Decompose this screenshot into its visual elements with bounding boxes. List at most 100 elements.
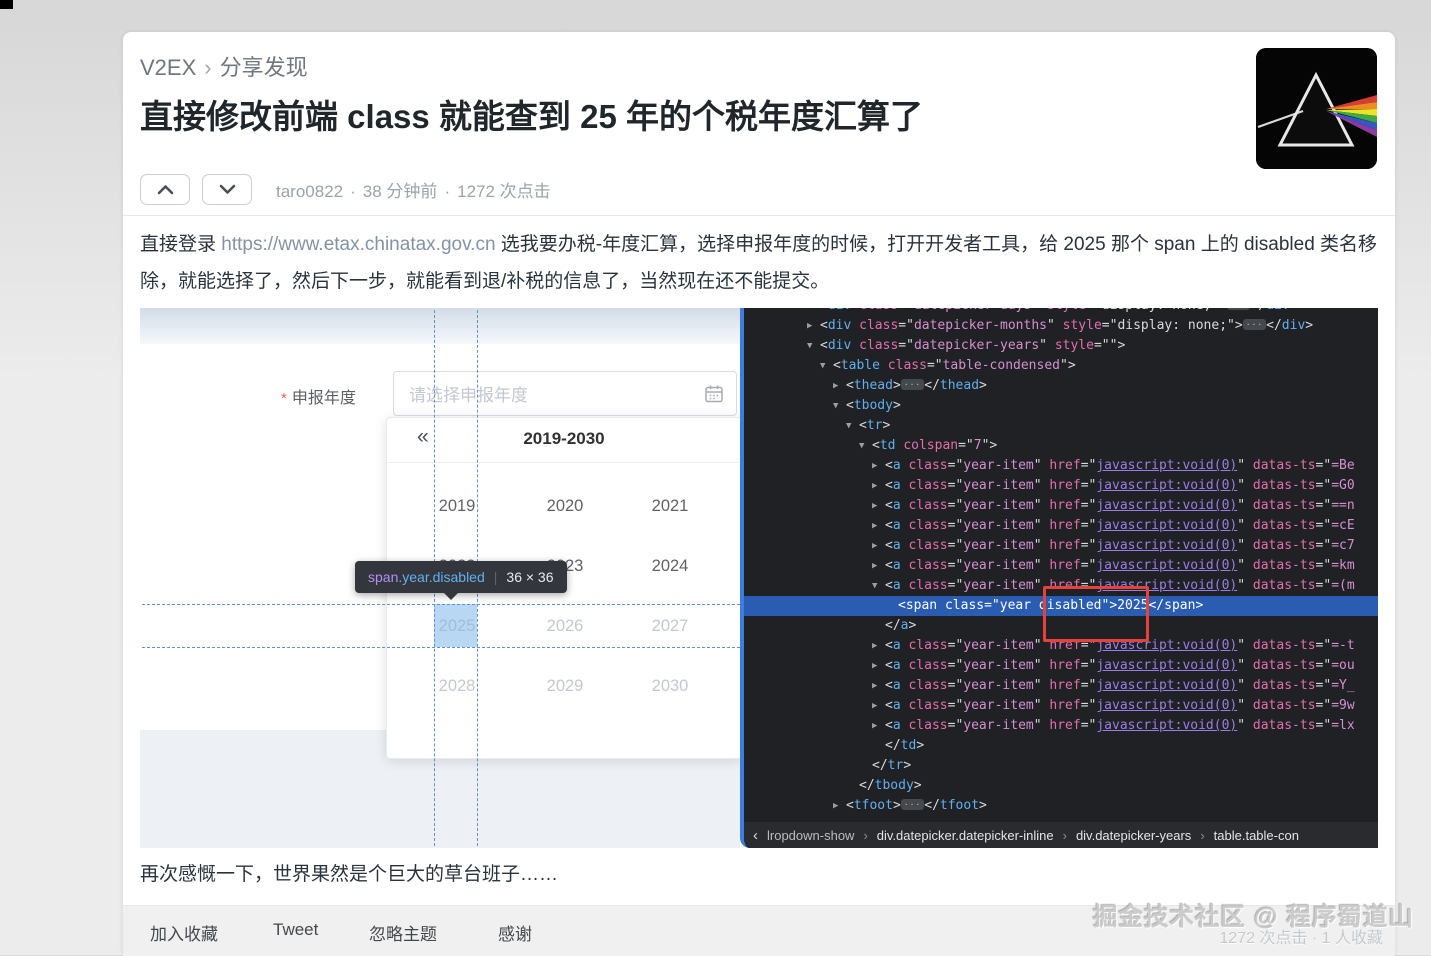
dom-tree-line[interactable]: ▶<a class="year-item" href="javascript:v… — [744, 496, 1378, 516]
tree-toggle-icon[interactable]: ▶ — [872, 656, 885, 676]
breadcrumb-site-link[interactable]: V2EX — [140, 55, 196, 80]
action-link[interactable]: 感谢 — [498, 920, 532, 945]
tree-toggle-icon[interactable]: ▶ — [833, 796, 846, 816]
tree-toggle-icon[interactable]: ▶ — [807, 316, 820, 336]
action-link[interactable]: Tweet — [273, 920, 369, 945]
inspect-tooltip: span.year.disabled | 36 × 36 — [355, 561, 567, 593]
upvote-button[interactable] — [140, 174, 190, 205]
calendar-icon — [704, 384, 724, 404]
tree-toggle-icon[interactable]: ▼ — [807, 336, 820, 356]
tree-toggle-icon[interactable]: ▼ — [820, 356, 833, 376]
tree-toggle-icon[interactable]: ▶ — [833, 376, 846, 396]
tree-toggle-icon[interactable]: ▼ — [872, 576, 885, 596]
action-link[interactable]: 忽略主题 — [369, 920, 498, 945]
tree-toggle-icon[interactable]: ▼ — [833, 396, 846, 416]
prism-album-art-icon — [1256, 48, 1377, 169]
devtools-breadcrumb-item[interactable]: table.table-con — [1214, 828, 1299, 843]
decade-range-label: 2019-2030 — [387, 429, 741, 449]
dom-tree-line[interactable]: ▶<a class="year-item" href="javascript:v… — [744, 456, 1378, 476]
embedded-screenshot: *申报年度 请选择申报年度 « 2019-2030 2019 2020 2021 20… — [140, 308, 1378, 848]
tree-toggle-icon[interactable]: ▶ — [872, 536, 885, 556]
dom-tree-line[interactable]: ▼<tr> — [744, 416, 1378, 436]
year-option-2030[interactable]: 2030 — [630, 673, 710, 699]
dom-tree-line[interactable]: ▶<div class="datepicker-days" style="dis… — [744, 308, 1378, 316]
tree-toggle-icon[interactable]: ▶ — [872, 516, 885, 536]
breadcrumb-separator: › — [204, 55, 211, 80]
header-divider — [123, 215, 1395, 216]
year-option-2021[interactable]: 2021 — [630, 493, 710, 519]
report-year-input[interactable]: 请选择申报年度 — [393, 371, 737, 416]
dom-tree-line[interactable]: ▶<a class="year-item" href="javascript:v… — [744, 676, 1378, 696]
devtools-dom-tree: ▶<div class="datepicker-days" style="dis… — [744, 308, 1378, 816]
tree-toggle-icon[interactable]: ▶ — [872, 676, 885, 696]
topic-clicks: 1272 次点击 — [457, 182, 551, 201]
breadcrumb-node-link[interactable]: 分享发现 — [220, 55, 308, 80]
tree-toggle-icon[interactable]: ▶ — [872, 456, 885, 476]
input-placeholder: 请选择申报年度 — [409, 381, 704, 406]
dom-tree-line[interactable]: ▶<a class="year-item" href="javascript:v… — [744, 716, 1378, 736]
year-option-2027[interactable]: 2027 — [630, 613, 710, 639]
dom-tree-line[interactable]: ▶<thead>···</thead> — [744, 376, 1378, 396]
dom-tree-line[interactable]: ▶<a class="year-item" href="javascript:v… — [744, 476, 1378, 496]
year-option-2019[interactable]: 2019 — [417, 493, 497, 519]
breadcrumb: V2EX › 分享发现 — [140, 50, 308, 82]
inspect-highlight-box — [434, 604, 477, 647]
dom-tree-line[interactable]: ▶<a class="year-item" href="javascript:v… — [744, 656, 1378, 676]
devtools-breadcrumb-item[interactable]: div.datepicker-years — [1076, 828, 1191, 843]
author-link[interactable]: taro0822 — [276, 182, 343, 201]
dom-tree-line[interactable]: ▼<tbody> — [744, 396, 1378, 416]
chevron-up-icon — [157, 184, 174, 195]
tree-toggle-icon[interactable]: ▶ — [872, 496, 885, 516]
dom-tree-line[interactable]: ▶<div class="datepicker-months" style="d… — [744, 316, 1378, 336]
downvote-button[interactable] — [202, 174, 252, 205]
year-picker-header: « 2019-2030 — [387, 418, 741, 463]
tree-toggle-icon[interactable]: ▼ — [846, 416, 859, 436]
etax-link[interactable]: https://www.etax.chinatax.gov.cn — [221, 234, 495, 255]
tree-toggle-icon[interactable]: ▶ — [872, 556, 885, 576]
dom-tree-line[interactable]: ▼<div class="datepicker-years" style=""> — [744, 336, 1378, 356]
dom-tree-line[interactable]: ▼<td colspan="7"> — [744, 436, 1378, 456]
year-option-2029[interactable]: 2029 — [525, 673, 605, 699]
dom-tree-line[interactable]: </tbody> — [744, 776, 1378, 796]
dom-tree-line[interactable]: ▼<table class="table-condensed"> — [744, 356, 1378, 376]
year-option-2028[interactable]: 2028 — [417, 673, 497, 699]
tree-toggle-icon[interactable]: ▶ — [807, 308, 820, 316]
dom-tree-line[interactable]: ▶<a class="year-item" href="javascript:v… — [744, 536, 1378, 556]
topic-time: 38 分钟前 — [363, 182, 438, 201]
devtools-breadcrumb-bar: ‹ lropdown-show›div.datepicker.datepicke… — [744, 822, 1378, 848]
tree-toggle-icon[interactable]: ▶ — [872, 716, 885, 736]
dom-tree-line[interactable]: </tr> — [744, 756, 1378, 776]
devtools-panel: ▶<div class="datepicker-days" style="dis… — [740, 308, 1378, 848]
guide-line-horizontal-top — [142, 604, 740, 605]
element-dimensions: 36 × 36 — [506, 569, 553, 585]
topic-header-row: taro0822·38 分钟前·1272 次点击 — [140, 174, 551, 204]
dom-tree-line[interactable]: ▶<a class="year-item" href="javascript:v… — [744, 696, 1378, 716]
topic-content-paragraph: 直接登录 https://www.etax.chinatax.gov.cn 选我… — [140, 226, 1382, 300]
year-option-2024[interactable]: 2024 — [630, 553, 710, 579]
required-mark: * — [281, 390, 287, 407]
action-link[interactable]: 加入收藏 — [150, 920, 273, 945]
devtools-breadcrumb-item[interactable]: div.datepicker.datepicker-inline — [877, 828, 1054, 843]
action-links: 加入收藏Tweet忽略主题感谢 — [150, 920, 532, 945]
breadcrumb-back-icon[interactable]: ‹ — [753, 827, 758, 844]
dom-tree-line[interactable]: ▶<a class="year-item" href="javascript:v… — [744, 516, 1378, 536]
tree-toggle-icon[interactable]: ▼ — [859, 436, 872, 456]
dom-tree-line[interactable]: ▶<a class="year-item" href="javascript:v… — [744, 556, 1378, 576]
avatar[interactable] — [1256, 48, 1377, 169]
report-year-label: *申报年度 — [281, 384, 356, 408]
topic-meta: taro0822·38 分钟前·1272 次点击 — [276, 177, 551, 202]
year-option-2020[interactable]: 2020 — [525, 493, 605, 519]
red-annotation-box — [1043, 586, 1149, 642]
tree-toggle-icon[interactable]: ▶ — [872, 636, 885, 656]
dom-tree-line[interactable]: ▶<tfoot>···</tfoot> — [744, 796, 1378, 816]
year-option-2026[interactable]: 2026 — [525, 613, 605, 639]
topic-card: V2EX › 分享发现 直接修改前端 class 就能查到 25 年的个税年度汇算了 — [123, 32, 1395, 955]
devtools-breadcrumb-item[interactable]: lropdown-show — [767, 828, 854, 843]
etax-header-band — [140, 308, 740, 344]
tree-toggle-icon[interactable]: ▶ — [872, 696, 885, 716]
page-title: 直接修改前端 class 就能查到 25 年的个税年度汇算了 — [140, 96, 1245, 137]
tree-toggle-icon[interactable]: ▶ — [872, 476, 885, 496]
dom-tree-line[interactable]: </td> — [744, 736, 1378, 756]
topic-content-paragraph-2: 再次感慨一下，世界果然是个巨大的草台班子…… — [140, 859, 558, 886]
chevron-down-icon — [219, 184, 236, 195]
